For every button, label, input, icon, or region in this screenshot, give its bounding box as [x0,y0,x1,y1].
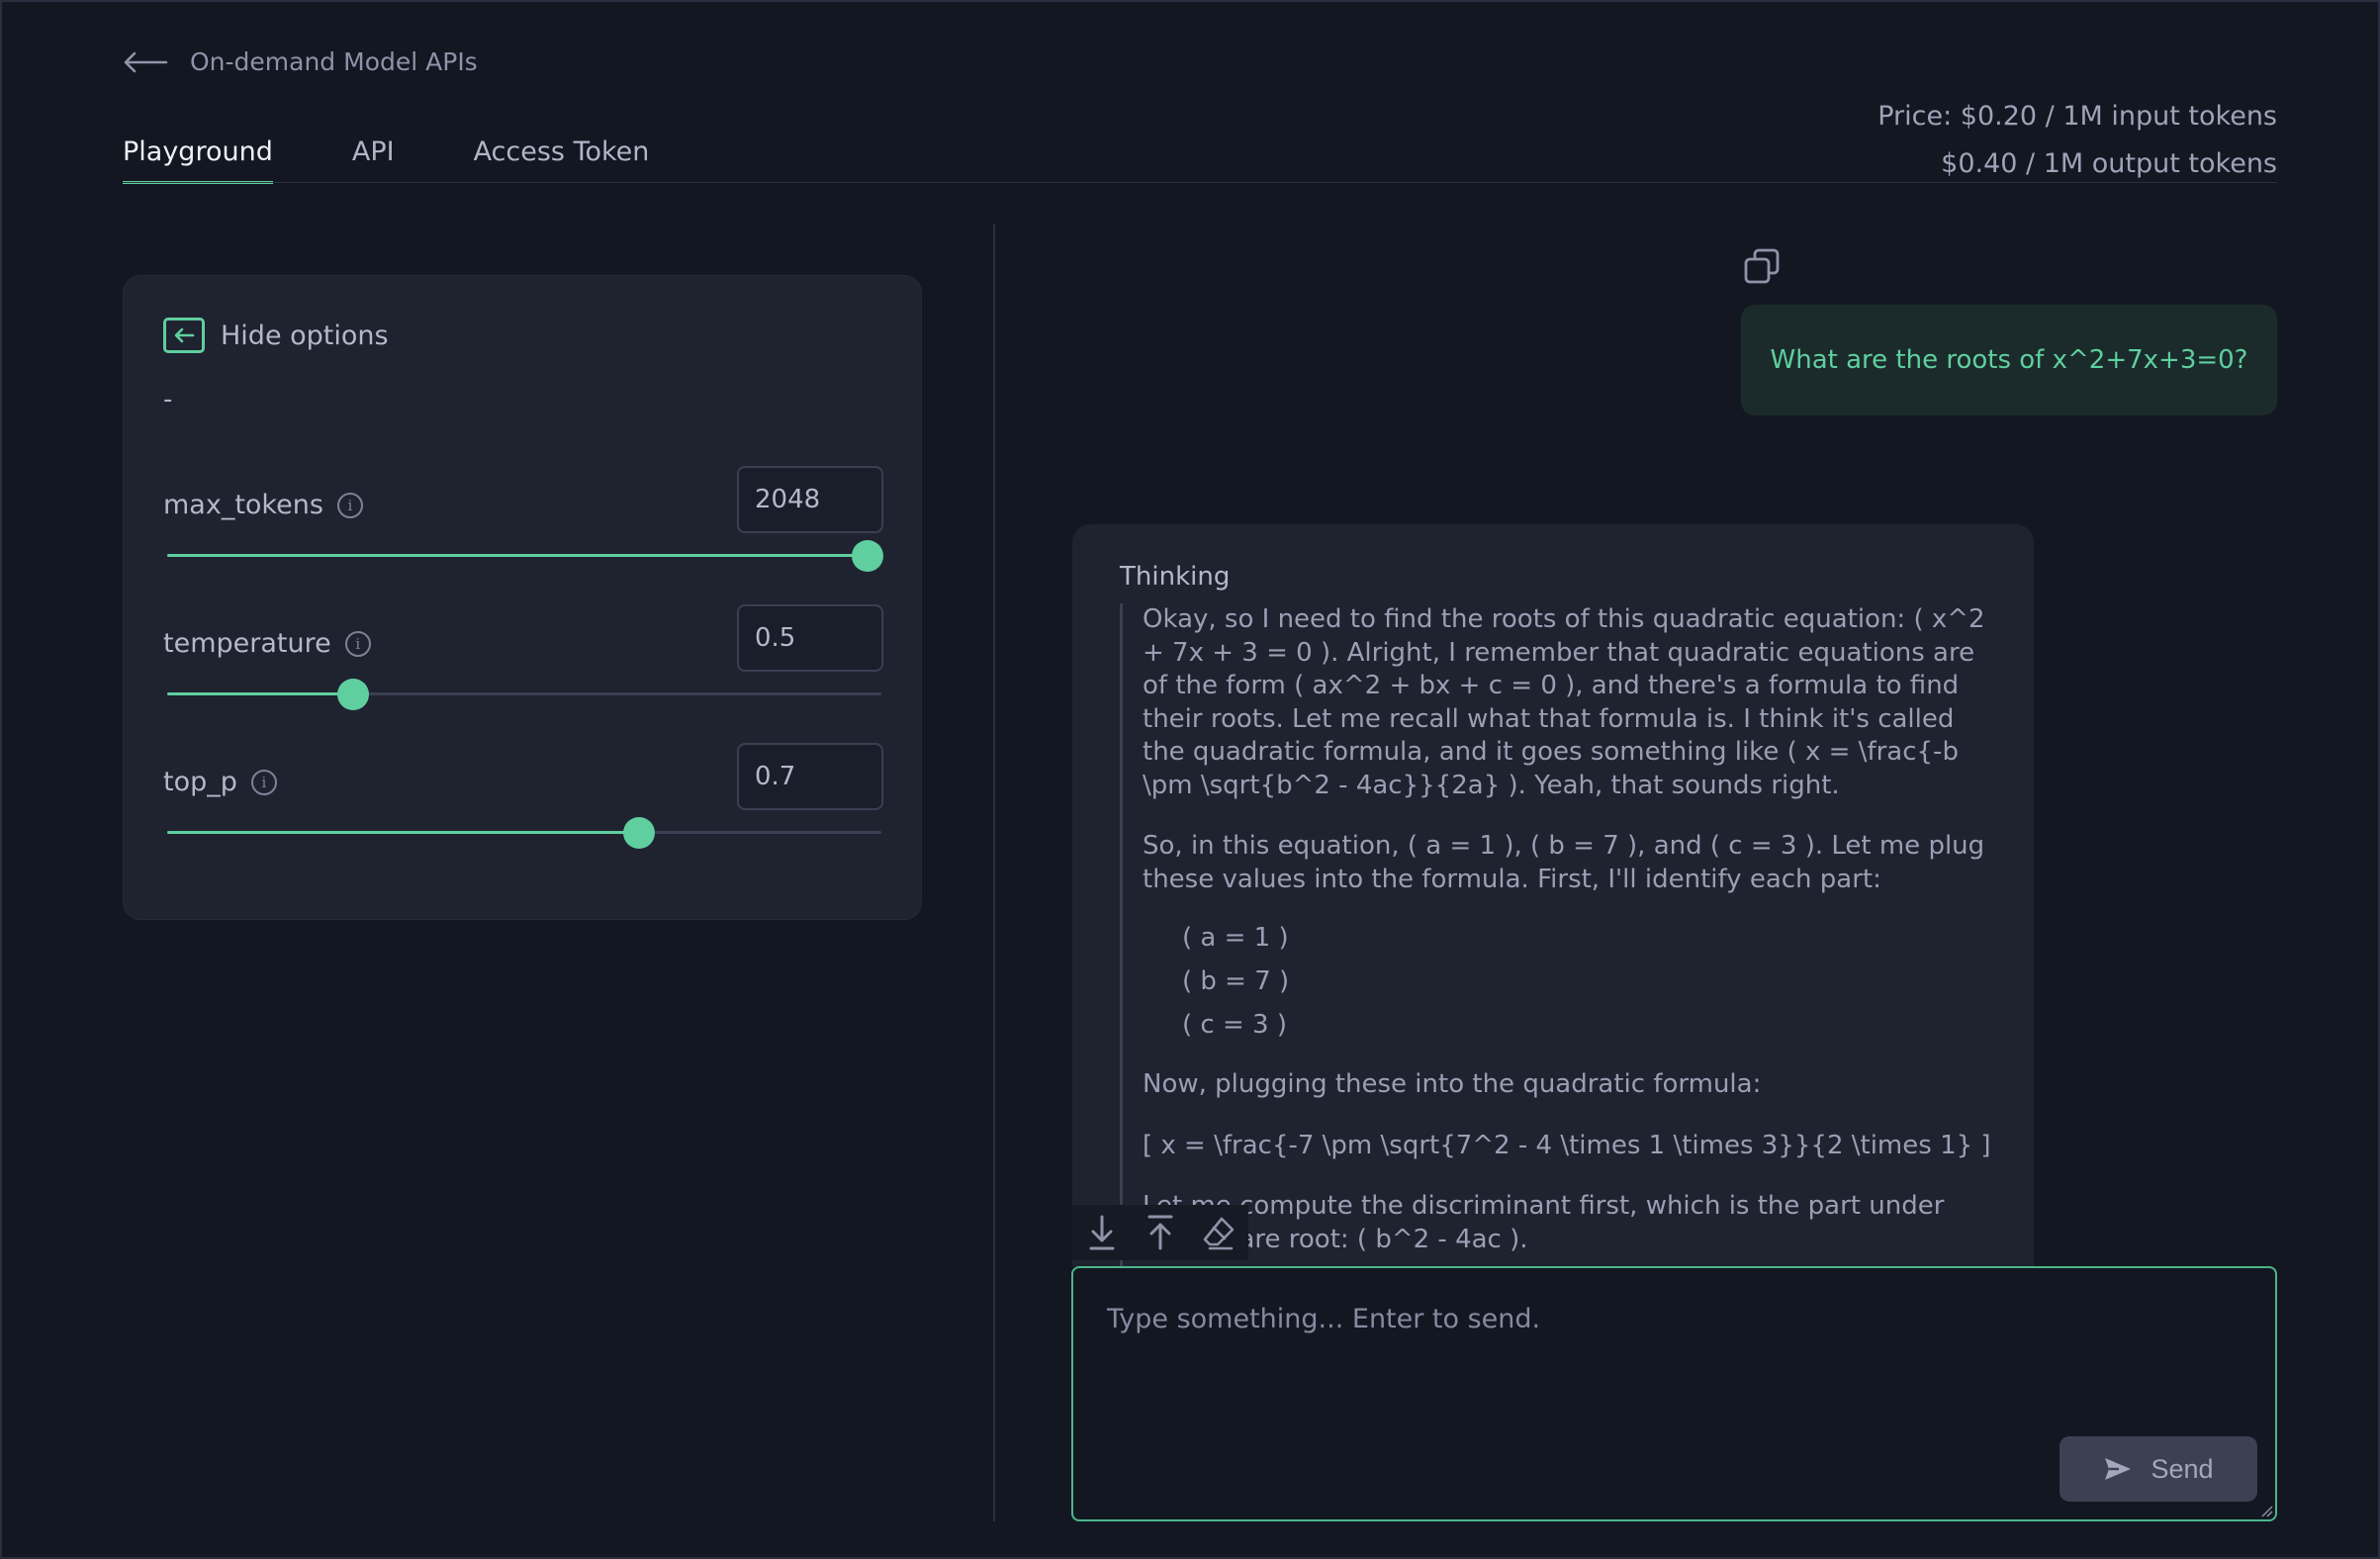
scroll-to-bottom-icon[interactable] [1085,1213,1119,1252]
thinking-paragraph: So, in this equation, ( a = 1 ), ( b = 7… [1143,831,1985,894]
eraser-icon[interactable] [1202,1213,1236,1252]
options-panel: Hide options - max_tokens i 2048 tempera… [123,275,922,920]
param-label: max_tokens [163,490,323,520]
send-icon [2105,1458,2132,1480]
info-icon[interactable]: i [344,630,371,657]
param-temperature: temperature i 0.5 [163,604,883,733]
temperature-input[interactable]: 0.5 [737,604,883,672]
message-input[interactable] [1107,1304,2195,1422]
slider-thumb[interactable] [851,540,883,572]
info-icon[interactable]: i [336,492,363,518]
user-message-text: What are the roots of x^2+7x+3=0? [1770,345,2248,375]
temperature-slider[interactable] [167,679,881,710]
hide-options-label: Hide options [221,320,389,351]
list-item: ( c = 3 ) [1182,1010,1287,1040]
resize-grip-icon[interactable] [2259,1504,2273,1517]
list-item: ( b = 7 ) [1182,966,1290,996]
message-composer: Send [1071,1266,2277,1521]
slider-fill [167,831,639,834]
tab-api[interactable]: API [352,137,395,184]
collapse-panel-icon [163,318,205,353]
top-p-input[interactable]: 0.7 [737,743,883,810]
param-label: top_p [163,767,237,797]
param-label-wrap: temperature i [163,628,371,659]
tab-playground[interactable]: Playground [123,137,273,184]
assistant-reply: Thinking Okay, so I need to find the roo… [1072,524,2034,1266]
price-output: $0.40 / 1M output tokens [1941,148,2277,179]
max-tokens-input[interactable]: 2048 [737,466,883,533]
top-p-slider[interactable] [167,817,881,849]
info-icon[interactable]: i [250,769,277,795]
param-label: temperature [163,628,331,659]
options-dash: - [163,385,173,414]
send-button[interactable]: Send [2060,1436,2257,1502]
tab-bar: Playground API Access Token [123,137,728,184]
back-link[interactable]: On-demand Model APIs [123,47,478,76]
thinking-paragraph: Okay, so I need to find the roots of thi… [1143,604,1985,800]
slider-fill [167,554,868,557]
scroll-to-top-icon[interactable] [1144,1213,1177,1252]
price-input: Price: $0.20 / 1M input tokens [1877,101,2277,132]
thinking-paragraph: Now, plugging these into the quadratic f… [1143,1069,1762,1099]
coefficient-list: ( a = 1 ) ( b = 7 ) ( c = 3 ) [1182,916,1994,1047]
tab-access-token[interactable]: Access Token [474,137,650,184]
param-label-wrap: max_tokens i [163,490,363,520]
slider-thumb[interactable] [622,817,655,849]
max-tokens-slider[interactable] [167,540,883,572]
slider-thumb[interactable] [336,679,369,710]
vertical-divider [993,224,995,1521]
param-max-tokens: max_tokens i 2048 [163,466,883,595]
user-message-bubble: What are the roots of x^2+7x+3=0? [1741,305,2277,415]
back-link-label: On-demand Model APIs [190,47,478,76]
copy-icon[interactable] [1743,247,1781,285]
price-info: Price: $0.20 / 1M input tokens $0.40 / 1… [1877,93,2277,188]
send-label: Send [2151,1453,2214,1484]
hide-options-button[interactable]: Hide options [163,318,389,353]
param-top-p: top_p i 0.7 [163,743,883,871]
chat-toolbar [1072,1205,1248,1260]
slider-fill [167,692,353,695]
thinking-paragraph: Let me compute the discriminant first, w… [1143,1191,1945,1254]
arrow-left-icon [124,51,168,72]
list-item: ( a = 1 ) [1182,923,1289,953]
thinking-paragraph: [ x = \frac{-7 \pm \sqrt{7^2 - 4 \times … [1143,1130,1991,1160]
param-label-wrap: top_p i [163,767,277,797]
thinking-content: Okay, so I need to find the roots of thi… [1120,603,1994,1266]
thinking-title: Thinking [1120,562,1231,592]
